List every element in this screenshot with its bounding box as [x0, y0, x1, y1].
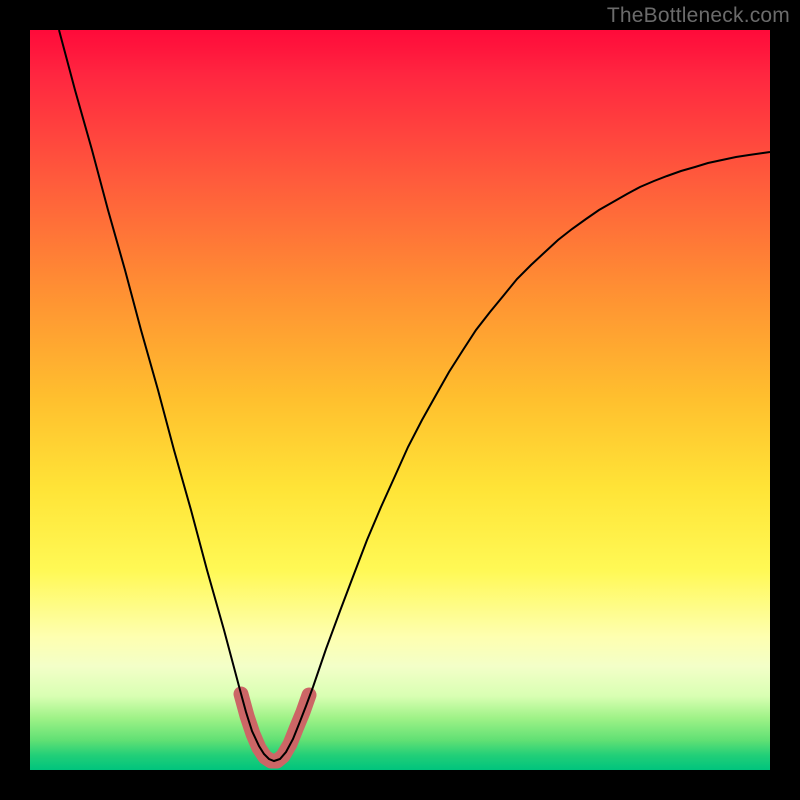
bottleneck-curve: [59, 30, 770, 761]
watermark-text: TheBottleneck.com: [607, 4, 790, 28]
chart-svg: [30, 30, 770, 770]
chart-plot-area: [30, 30, 770, 770]
